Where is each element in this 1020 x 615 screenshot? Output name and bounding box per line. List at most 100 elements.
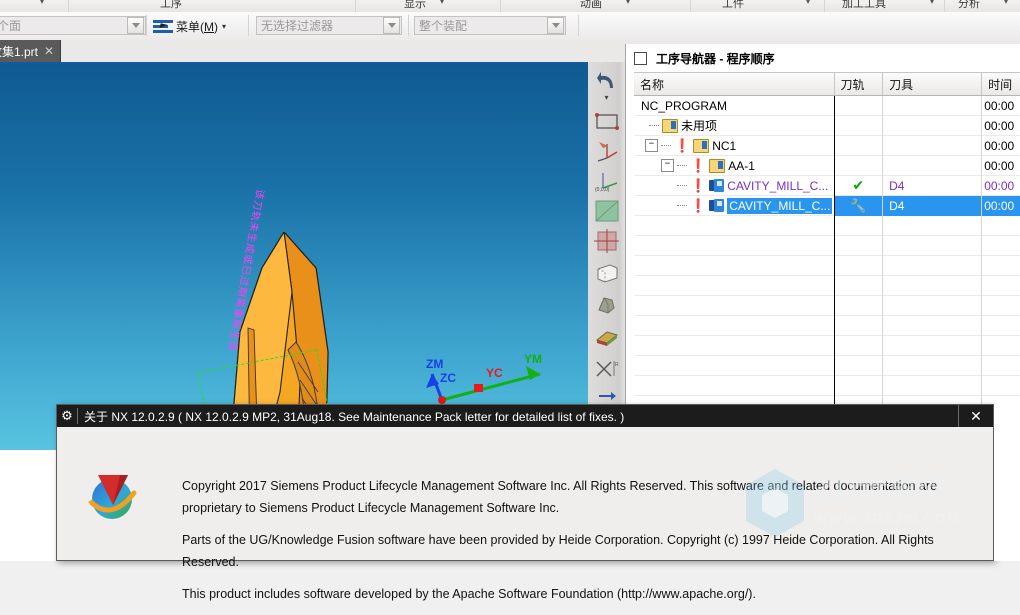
- table-row-empty[interactable]: [634, 375, 1020, 396]
- table-row[interactable]: ❗ CAVITY_MILL_C... 🔧 D4 00:00: [634, 195, 1020, 216]
- measure-icon[interactable]: R: [592, 354, 621, 383]
- table-column-header: 名称 刀轨 刀具 时间: [634, 72, 1020, 96]
- table-row-empty[interactable]: [634, 275, 1020, 296]
- checkmark-icon: ✔: [852, 177, 865, 193]
- chevron-down-icon[interactable]: [127, 17, 144, 34]
- axis-label-zm: ZM: [426, 357, 444, 371]
- tree-expander-collapse[interactable]: −: [661, 159, 674, 172]
- tool-cell: [883, 155, 983, 176]
- about-paragraph-2: Parts of the UG/Knowledge Fusion softwar…: [182, 533, 934, 569]
- program-folder-icon: [693, 138, 710, 153]
- program-folder-icon: [662, 118, 678, 133]
- time-cell: 00:00: [982, 195, 1020, 216]
- axis-label-ym: YM: [524, 352, 542, 366]
- close-icon[interactable]: ✕: [958, 405, 993, 427]
- chevron-down-icon[interactable]: [383, 17, 400, 34]
- cavity-mill-operation-icon: [709, 199, 725, 212]
- column-header-tool[interactable]: 刀具: [883, 73, 983, 95]
- dialog-titlebar[interactable]: ⚙ 关于 NX 12.0.2.9 ( NX 12.0.2.9 MP2, 31Au…: [57, 405, 993, 427]
- tree-node-label: NC1: [712, 138, 737, 153]
- chevron-down-icon[interactable]: ▾: [40, 0, 44, 6]
- tool-cell: [883, 135, 983, 156]
- table-row-empty[interactable]: [634, 355, 1020, 376]
- table-row[interactable]: NC_PROGRAM 00:00: [634, 95, 1020, 116]
- chevron-down-icon[interactable]: ▾: [626, 0, 630, 6]
- table-row[interactable]: − ❗ AA-1 00:00: [634, 155, 1020, 176]
- table-row-empty[interactable]: [634, 235, 1020, 256]
- operation-tree-table: 名称 刀轨 刀具 时间 NC_PROGRAM 00:00 未用项 00:00 −…: [634, 72, 1020, 416]
- expand-panel-icon[interactable]: [592, 388, 621, 404]
- about-copyright-text: Copyright 2017 Siemens Product Lifecycle…: [182, 475, 972, 615]
- about-paragraph-3: This product includes software developed…: [182, 587, 756, 601]
- chevron-down-icon[interactable]: ▾: [806, 0, 810, 6]
- chevron-down-icon[interactable]: ▾: [440, 0, 444, 6]
- tool-cell: D4: [883, 175, 983, 196]
- warning-icon: ❗: [674, 138, 691, 153]
- time-cell: 00:00: [984, 138, 1015, 153]
- page-background-left: [0, 450, 56, 561]
- time-cell: 00:00: [984, 118, 1015, 133]
- blank-block-icon[interactable]: [592, 258, 621, 287]
- axis-label-zc: ZC: [440, 371, 456, 385]
- time-cell: 00:00: [984, 178, 1015, 193]
- ribbon-group-label-animation: 动画: [580, 0, 602, 10]
- warning-icon: ❗: [690, 198, 707, 213]
- tree-node-label: CAVITY_MILL_C...: [727, 178, 829, 193]
- chevron-down-icon[interactable]: [547, 17, 564, 34]
- menu-button[interactable]: 菜单(M) ▾: [150, 15, 229, 37]
- menu-button-label: 菜单(M): [176, 19, 218, 34]
- table-row[interactable]: 未用项 00:00: [634, 115, 1020, 136]
- selection-scope-dropdown[interactable]: 单个面: [0, 16, 146, 35]
- chevron-down-icon[interactable]: ▾: [592, 90, 621, 104]
- toolpath-status-cell: [835, 135, 884, 156]
- table-row-empty[interactable]: [634, 315, 1020, 336]
- assembly-scope-value: 整个装配: [419, 19, 468, 33]
- tool-cell: [883, 95, 983, 116]
- table-row-empty[interactable]: [634, 215, 1020, 236]
- blank-rectangle-icon[interactable]: [592, 106, 621, 135]
- ribbon-group-label-operation: 工序: [160, 0, 182, 10]
- column-header-toolpath[interactable]: 刀轨: [835, 73, 884, 95]
- column-header-name[interactable]: 名称: [634, 73, 835, 95]
- ribbon-separator: [824, 0, 825, 12]
- table-row-empty[interactable]: [634, 255, 1020, 276]
- chevron-down-icon[interactable]: ▾: [930, 0, 934, 6]
- selection-filter-dropdown[interactable]: 无选择过滤器: [256, 16, 402, 35]
- shaded-part-icon[interactable]: [592, 290, 621, 319]
- close-icon[interactable]: ✕: [44, 44, 54, 58]
- panel-pin-icon[interactable]: [634, 51, 647, 65]
- ribbon-separator: [68, 0, 69, 12]
- ribbon-separator: [944, 0, 945, 12]
- ribbon-group-label-analysis: 分析: [958, 0, 980, 10]
- green-face-icon[interactable]: [592, 196, 621, 225]
- about-dialog: ⚙ 关于 NX 12.0.2.9 ( NX 12.0.2.9 MP2, 31Au…: [56, 404, 994, 601]
- chevron-down-icon[interactable]: ▾: [222, 22, 226, 31]
- ribbon-separator: [500, 0, 501, 12]
- csys-display-icon[interactable]: [592, 136, 621, 165]
- tree-expander-collapse[interactable]: −: [645, 139, 658, 152]
- wcs-origin-icon[interactable]: (0,0,0): [592, 166, 621, 195]
- column-header-time[interactable]: 时间: [982, 73, 1020, 95]
- dialog-title: 关于 NX 12.0.2.9 ( NX 12.0.2.9 MP2, 31Aug1…: [84, 409, 625, 424]
- time-cell: 00:00: [984, 158, 1015, 173]
- ribbon-group-label-display: 显示: [404, 0, 426, 10]
- grid-plane-icon[interactable]: [592, 226, 621, 255]
- nx-globe-logo: [88, 475, 137, 519]
- ribbon-separator: [355, 0, 356, 12]
- table-row-empty[interactable]: [634, 335, 1020, 356]
- file-tab[interactable]: 收集1.prt ✕: [0, 40, 62, 62]
- stock-layer-icon[interactable]: [592, 322, 621, 351]
- toolpath-status-cell: [835, 115, 884, 136]
- table-row-empty[interactable]: [634, 295, 1020, 316]
- gear-icon: ⚙: [61, 408, 73, 423]
- tree-connector: [677, 204, 687, 207]
- viewport-top-border: [0, 62, 588, 64]
- toolpath-status-cell: 🔧: [834, 195, 884, 216]
- ribbon-group-label-machining-tool: 加工工具: [842, 0, 886, 10]
- chevron-down-icon[interactable]: ▾: [1004, 0, 1008, 6]
- page-background-right: [994, 404, 1020, 561]
- table-row[interactable]: ❗ CAVITY_MILL_C... ✔ D4 00:00: [634, 175, 1020, 196]
- assembly-scope-dropdown[interactable]: 整个装配: [414, 16, 566, 35]
- toolpath-status-cell: ✔: [835, 175, 884, 196]
- table-row[interactable]: − ❗ NC1 00:00: [634, 135, 1020, 156]
